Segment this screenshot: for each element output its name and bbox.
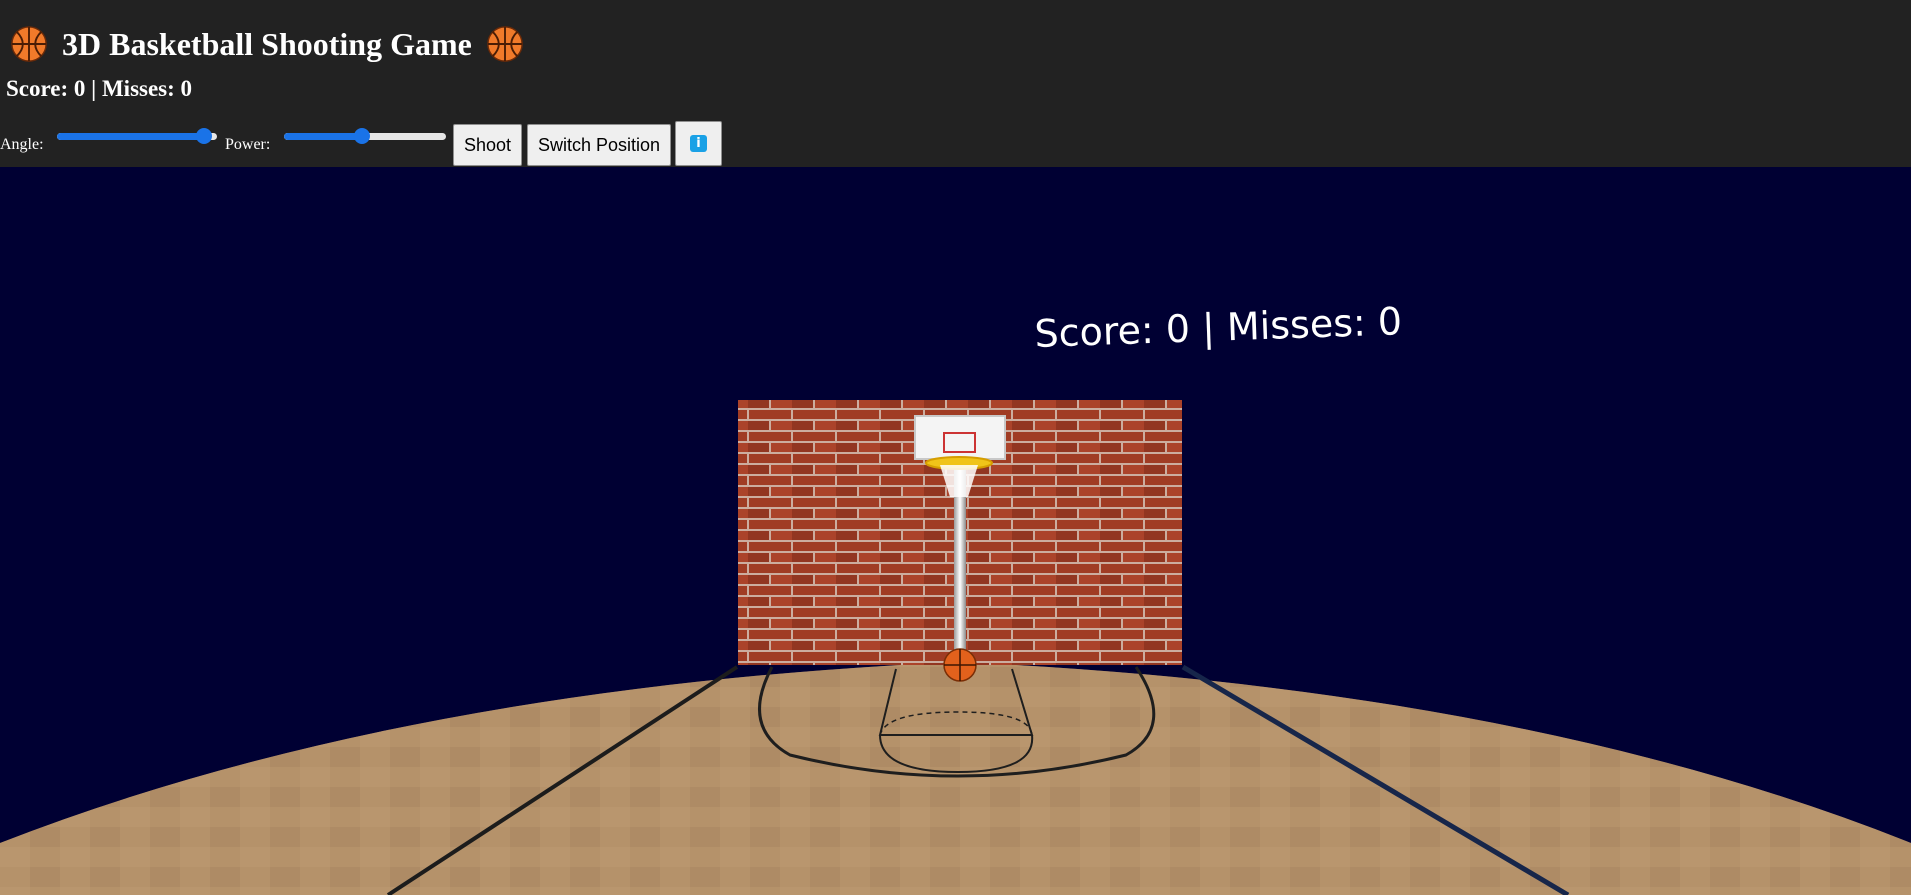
angle-slider[interactable] <box>57 128 217 144</box>
page-title: 3D Basketball Shooting Game <box>62 25 472 62</box>
controls-bar: Angle: Power: Shoot Switch Position i <box>0 120 800 168</box>
angle-label: Angle: <box>0 136 44 153</box>
hoop-pole <box>954 469 966 665</box>
angle-slider-thumb[interactable] <box>196 128 213 144</box>
game-canvas[interactable]: Score: 0 | Misses: 0 <box>0 167 1911 895</box>
angle-slider-track <box>57 133 217 140</box>
power-label: Power: <box>225 136 271 153</box>
power-slider-thumb[interactable] <box>353 128 370 144</box>
basketball-icon <box>11 26 47 62</box>
info-icon: i <box>690 135 707 152</box>
title-row: 3D Basketball Shooting Game <box>10 22 524 66</box>
power-slider-fill <box>284 133 362 140</box>
score-display: Score: 0 | Misses: 0 <box>6 76 193 101</box>
switch-position-button[interactable]: Switch Position <box>527 124 671 166</box>
basketball[interactable] <box>943 648 977 682</box>
angle-slider-fill <box>57 133 205 140</box>
top-bar: 3D Basketball Shooting Game Score: 0 | M… <box>0 0 1911 167</box>
info-button[interactable]: i <box>675 121 722 166</box>
power-slider[interactable] <box>284 128 446 144</box>
basketball-icon <box>487 26 523 62</box>
shoot-button[interactable]: Shoot <box>453 124 522 166</box>
